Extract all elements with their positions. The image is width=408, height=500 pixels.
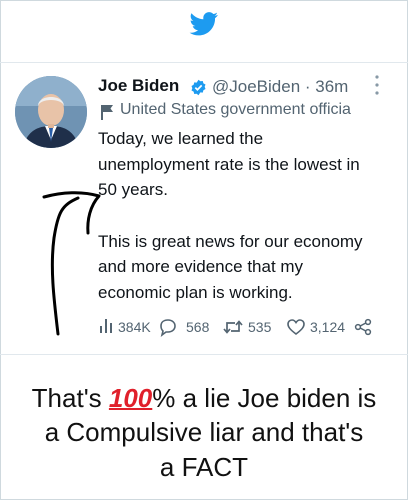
- share-icon[interactable]: [354, 318, 372, 336]
- verified-badge-icon: [191, 79, 206, 96]
- tweet-text-line-3: 50 years.: [98, 180, 168, 199]
- caption-line-1: That's 100% a lie Joe biden is: [0, 381, 408, 415]
- top-bar: [0, 0, 408, 62]
- tweet-text-line-4: This is great news for our economy: [98, 232, 363, 251]
- avatar[interactable]: [15, 76, 87, 148]
- retweet-count: 535: [248, 319, 272, 335]
- hundred-points-emoji-icon: 100: [108, 383, 153, 413]
- government-label-text: United States government officia: [120, 101, 351, 118]
- tweet-text-line-2: unemployment rate is the lowest in: [98, 155, 360, 174]
- caption-line-2: a Compulsive liar and that's: [44, 417, 364, 447]
- government-flag-icon: [101, 105, 113, 120]
- caption-text-a: That's: [31, 383, 109, 413]
- bottom-divider: [0, 354, 408, 355]
- like-icon: [287, 319, 305, 336]
- reply-icon: [160, 319, 176, 337]
- views-count: 384K: [118, 319, 151, 335]
- tweet-text-line-5: and more evidence that my: [98, 257, 304, 276]
- views-icon: [100, 319, 112, 333]
- tweet-text-line-6: economic plan is working.: [98, 283, 293, 302]
- tweet-text-line-1: Today, we learned the: [98, 129, 264, 148]
- reply-count: 568: [186, 319, 210, 335]
- avatar-portrait-icon: [15, 76, 87, 148]
- handle-and-time[interactable]: @JoeBiden · 36m: [212, 77, 348, 97]
- caption-line-3: a FACT: [159, 452, 249, 482]
- like-count: 3,124: [310, 319, 346, 335]
- twitter-bird-icon[interactable]: [189, 12, 219, 36]
- more-options-icon[interactable]: [374, 74, 380, 96]
- retweet-icon: [223, 320, 243, 334]
- top-divider: [0, 62, 408, 63]
- tweet-stats-bar: 384K 568 535 3,124: [98, 316, 398, 340]
- author-name[interactable]: Joe Biden: [98, 76, 179, 96]
- caption-text-b: % a lie: [152, 383, 238, 413]
- caption-text-c: Joe biden is: [237, 383, 377, 413]
